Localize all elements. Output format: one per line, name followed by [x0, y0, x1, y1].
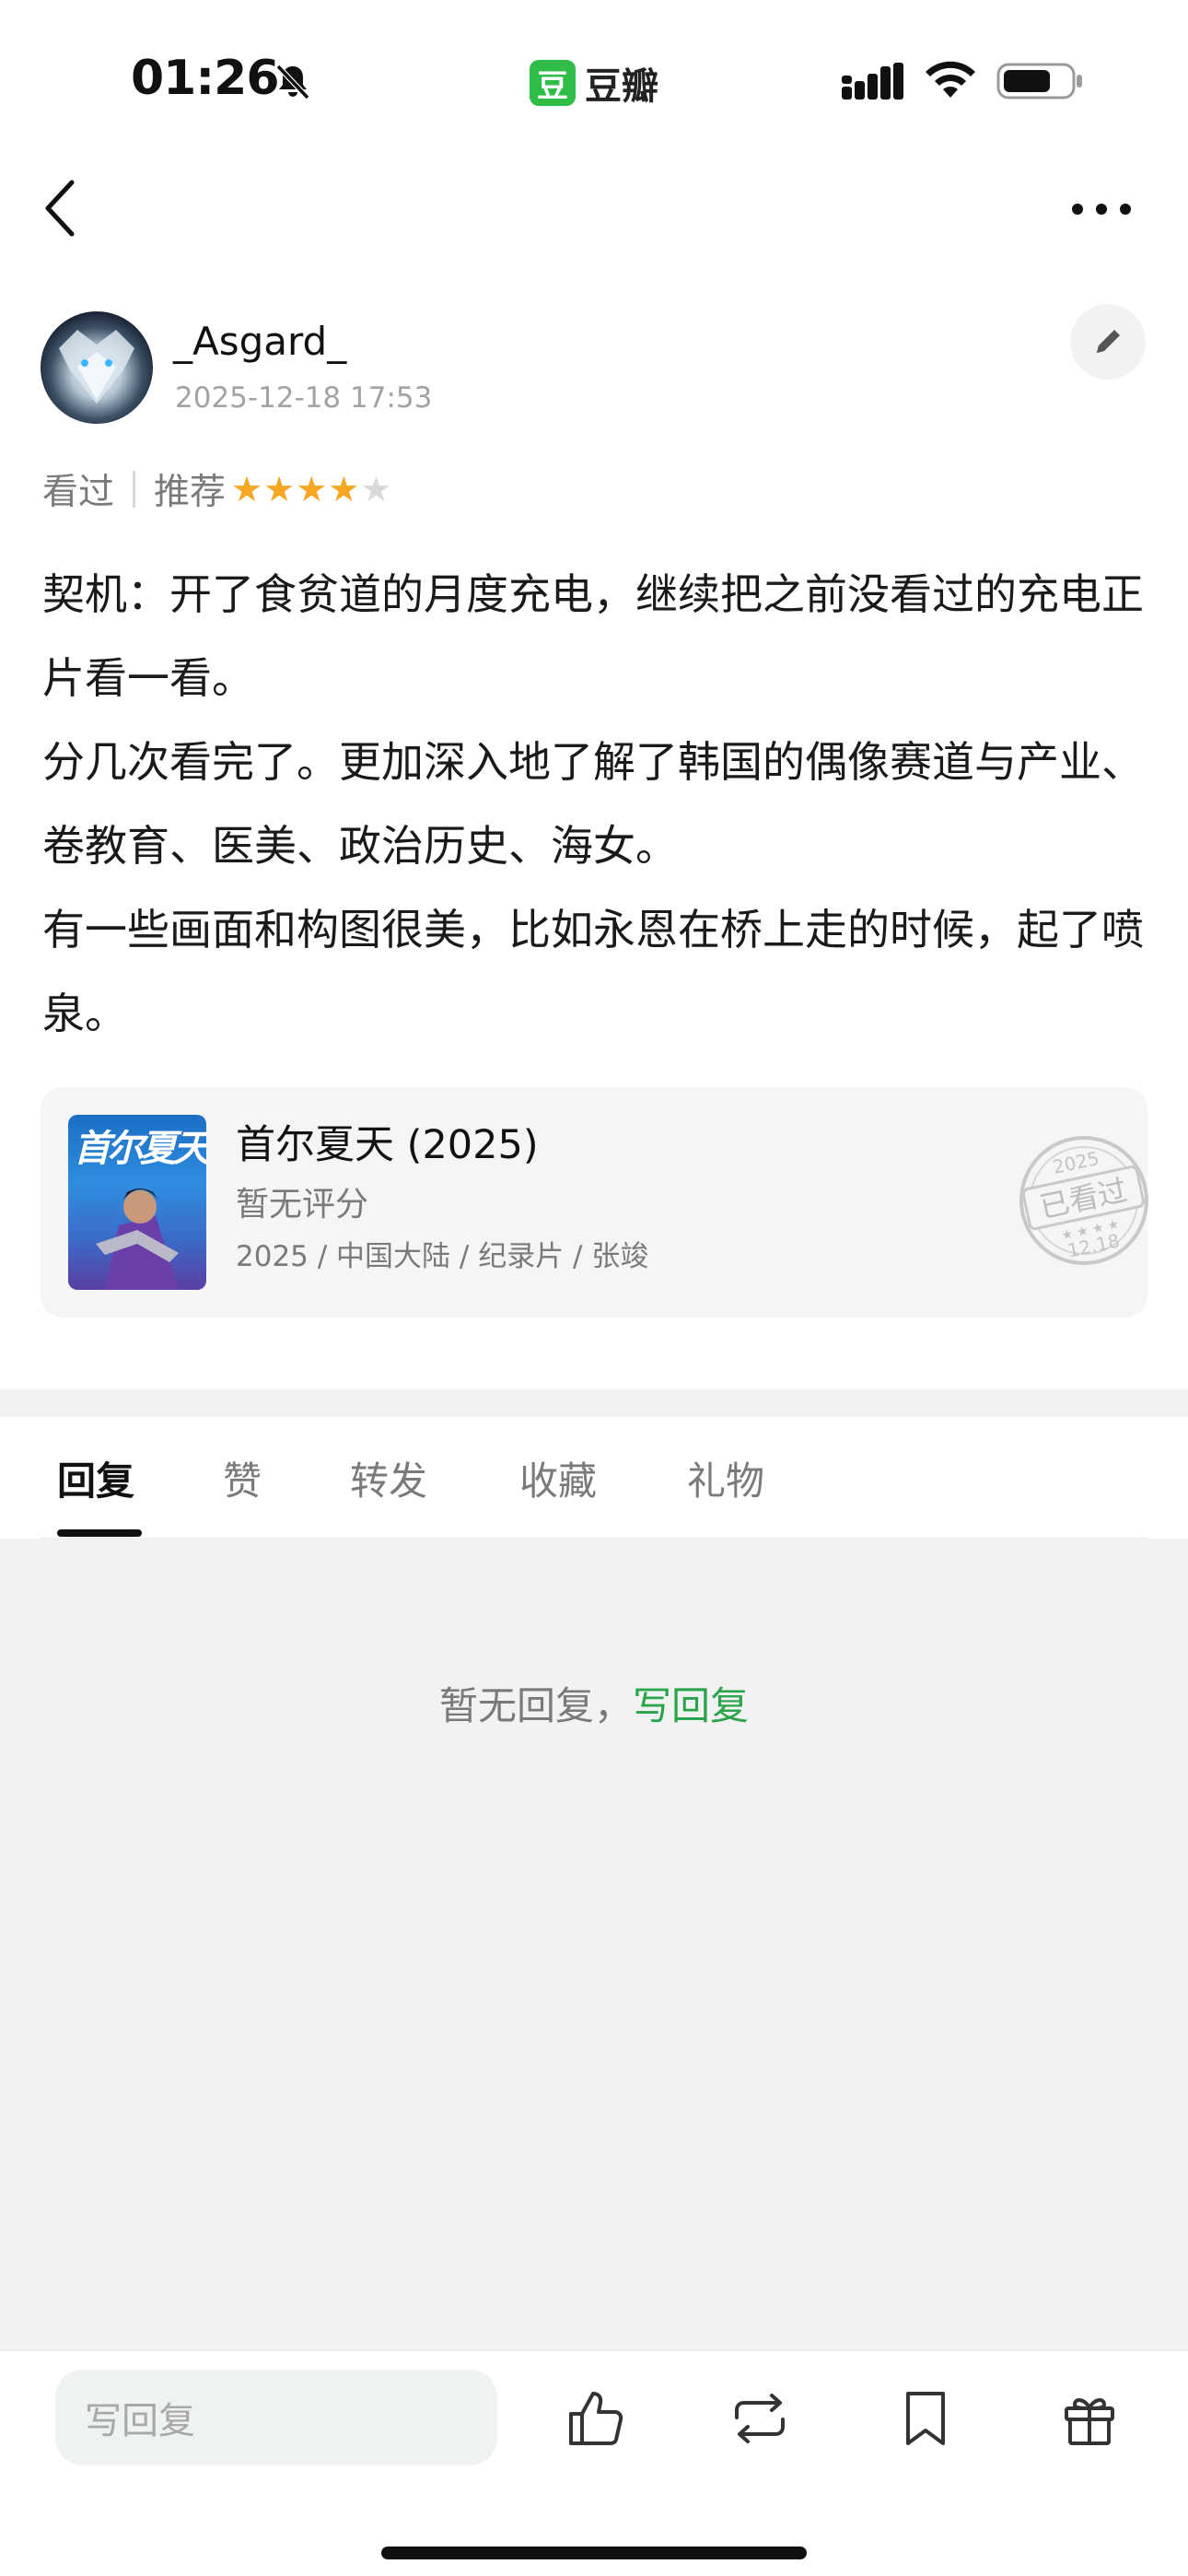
tab-collections[interactable]: 收藏: [519, 1450, 597, 1506]
post-timestamp: 2025-12-18 17:53: [175, 381, 433, 415]
pencil-icon: [1097, 330, 1120, 353]
star-filled-icon: ★: [296, 469, 328, 509]
bottom-action-bar: 写回复: [0, 2349, 1188, 2576]
interaction-tabs: 回复 赞 转发 收藏 礼物: [0, 1417, 1188, 1540]
watch-status: 看过: [42, 472, 115, 513]
star-empty-icon: ★: [360, 469, 392, 509]
cellular-signal-icon: [842, 63, 903, 100]
movie-rating: 暂无评分: [236, 1186, 369, 1224]
section-divider: [0, 1389, 1188, 1417]
tab-reposts[interactable]: 转发: [350, 1450, 427, 1506]
star-rating: ★ ★ ★ ★ ★: [231, 472, 392, 507]
status-bar: 01:26 豆 豆瓣: [0, 0, 1188, 157]
user-avatar[interactable]: [41, 311, 153, 424]
review-paragraph: 有一些画面和构图很美，比如永恩在桥上走的时候，起了喷泉。: [42, 905, 1144, 1038]
review-paragraph: 契机：开了食贫道的月度充电，继续把之前没看过的充电正片看一看。: [42, 569, 1144, 703]
movie-title[interactable]: 首尔夏天 (2025): [236, 1113, 539, 1170]
bookmark-icon[interactable]: [893, 2386, 958, 2451]
tab-gifts[interactable]: 礼物: [687, 1450, 764, 1506]
reply-input[interactable]: 写回复: [55, 2370, 497, 2465]
username[interactable]: _Asgard_: [173, 319, 346, 364]
watched-stamp-icon: 2025 已看过 ★ ★ ★ ★ 12.18: [1019, 1136, 1148, 1265]
tab-replies[interactable]: 回复: [57, 1450, 134, 1506]
replies-area: 暂无回复，写回复: [0, 1539, 1188, 2349]
empty-replies-message: 暂无回复，写回复: [0, 1675, 1188, 1731]
star-filled-icon: ★: [263, 469, 296, 509]
write-reply-link[interactable]: 写回复: [633, 1683, 749, 1728]
review-paragraph: 分几次看完了。更加深入地了解了韩国的偶像赛道与产业、卷教育、医美、政治历史、海女…: [42, 737, 1144, 871]
edit-button[interactable]: [1070, 304, 1146, 380]
poster-figure: [96, 1188, 179, 1290]
bell-muted-icon: [275, 64, 310, 100]
movie-meta: 2025 / 中国大陆 / 纪录片 / 张竣: [236, 1240, 649, 1273]
home-indicator: [381, 2547, 807, 2559]
rating-row: 看过 推荐 ★ ★ ★ ★ ★: [42, 464, 392, 514]
star-filled-icon: ★: [231, 469, 263, 509]
battery-icon: [996, 63, 1082, 100]
app-indicator: 豆 豆瓣: [530, 56, 658, 110]
wifi-icon: [926, 61, 975, 98]
rating-label: 推荐: [154, 472, 227, 513]
gift-icon[interactable]: [1057, 2386, 1122, 2451]
repost-icon[interactable]: [728, 2386, 792, 2451]
active-tab-indicator: [57, 1529, 142, 1537]
status-time: 01:26: [131, 51, 280, 106]
review-body: 契机：开了食贫道的月度充电，继续把之前没看过的充电正片看一看。 分几次看完了。更加…: [42, 553, 1157, 1056]
more-options-icon[interactable]: [1070, 195, 1133, 223]
app-name: 豆瓣: [585, 65, 658, 108]
avatar-image: [59, 330, 134, 404]
movie-poster[interactable]: 首尔夏天: [68, 1115, 206, 1290]
star-filled-icon: ★: [328, 469, 360, 509]
back-icon[interactable]: [39, 175, 85, 241]
like-icon[interactable]: [564, 2386, 628, 2451]
empty-replies-text: 暂无回复，: [438, 1683, 633, 1728]
rating-divider: [133, 471, 136, 508]
douban-logo-icon: 豆: [530, 60, 576, 106]
tab-likes[interactable]: 赞: [223, 1450, 262, 1506]
movie-card[interactable]: 首尔夏天 首尔夏天 (2025) 暂无评分 2025 / 中国大陆 / 纪录片 …: [41, 1087, 1148, 1317]
